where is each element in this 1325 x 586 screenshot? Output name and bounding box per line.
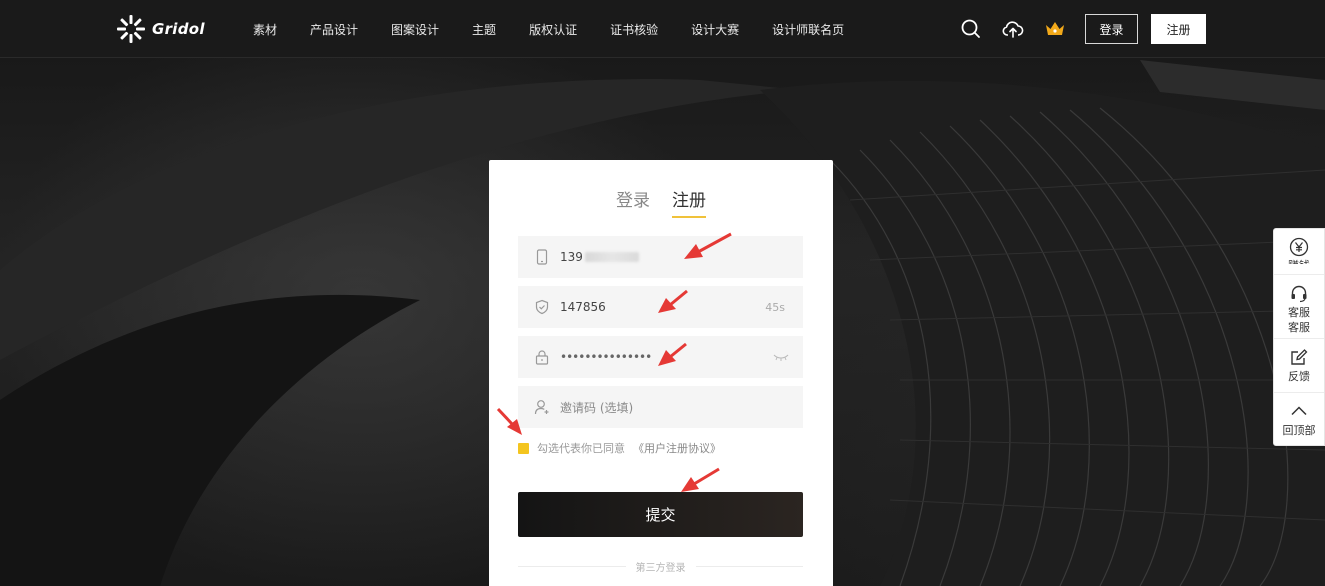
eye-closed-icon[interactable] — [773, 352, 789, 362]
user-agreement-link[interactable]: 《用户注册协议》 — [633, 440, 721, 456]
sidebar-item-label: 客服 — [1288, 306, 1310, 319]
sidebar-item-feedback[interactable]: 反馈 — [1274, 339, 1324, 393]
divider-line-left — [518, 565, 626, 567]
sidebar-item-back-to-top[interactable]: 回顶部 — [1274, 393, 1324, 445]
password-value: ••••••••••••••• — [560, 350, 652, 364]
verification-code-field[interactable]: 147856 45s — [518, 286, 803, 328]
header-login-button[interactable]: 登录 — [1085, 14, 1138, 44]
sidebar-item-earn[interactable]: 赚钱 — [1274, 229, 1324, 275]
submit-button[interactable]: 提交 — [518, 492, 803, 537]
nav-item-designer-collab[interactable]: 设计师联名页 — [772, 21, 844, 38]
register-card: 登录 注册 139 147856 45s ••••••••••••••• 邀请码… — [489, 160, 833, 586]
sidebar-item-label: 回顶部 — [1282, 424, 1316, 437]
chevron-up-icon — [1291, 406, 1307, 416]
logo-mark-icon — [117, 15, 145, 43]
tab-register[interactable]: 注册 — [672, 186, 706, 218]
nav-item-certificate[interactable]: 证书核验 — [610, 21, 658, 38]
side-toolbar: 赚钱 客服 客服 反馈 回顶部 — [1273, 228, 1325, 446]
nav-item-material[interactable]: 素材 — [253, 21, 277, 38]
top-navigation-bar: Gridol 素材 产品设计 图案设计 主题 版权认证 证书核验 设计大赛 设计… — [0, 0, 1325, 58]
edit-icon — [1291, 349, 1308, 365]
search-icon[interactable] — [959, 17, 983, 41]
nav-item-contest[interactable]: 设计大赛 — [691, 21, 739, 38]
phone-field[interactable]: 139 — [518, 236, 803, 278]
cloud-upload-icon[interactable] — [1001, 17, 1025, 41]
logo[interactable]: Gridol — [116, 14, 205, 44]
invite-code-field[interactable]: 邀请码 (选填) — [518, 386, 803, 428]
crown-icon[interactable] — [1043, 17, 1067, 41]
sidebar-item-sublabel: 客服 — [1288, 321, 1310, 334]
main-nav: 素材 产品设计 图案设计 主题 版权认证 证书核验 设计大赛 设计师联名页 — [253, 0, 877, 58]
password-field[interactable]: ••••••••••••••• — [518, 336, 803, 378]
agree-checkbox[interactable] — [518, 442, 529, 454]
shield-icon — [535, 299, 549, 315]
nav-item-copyright[interactable]: 版权认证 — [529, 21, 577, 38]
phone-icon — [536, 249, 548, 265]
third-party-login-label: 第三方登录 — [635, 562, 686, 574]
invite-code-placeholder: 邀请码 (选填) — [560, 400, 634, 415]
nav-item-theme[interactable]: 主题 — [472, 21, 496, 38]
sidebar-item-label: 反馈 — [1288, 370, 1310, 383]
header-register-button[interactable]: 注册 — [1151, 14, 1206, 44]
countdown-timer: 45s — [765, 300, 785, 314]
divider-line-right — [695, 565, 803, 567]
user-add-icon — [534, 400, 549, 415]
phone-masked-digits — [584, 252, 639, 262]
sidebar-item-service[interactable]: 客服 客服 — [1274, 275, 1324, 339]
verification-code-value: 147856 — [560, 300, 606, 314]
nav-item-product-design[interactable]: 产品设计 — [310, 21, 358, 38]
agreement-text: 勾选代表你已同意 — [537, 442, 625, 455]
auth-tabs: 登录 注册 — [489, 186, 833, 220]
nav-item-pattern-design[interactable]: 图案设计 — [391, 21, 439, 38]
third-party-login-divider: 第三方登录 — [518, 558, 803, 574]
agreement-row: 勾选代表你已同意 《用户注册协议》 — [518, 440, 721, 456]
phone-value: 139 — [560, 250, 583, 264]
sidebar-item-label: 赚钱 — [1288, 259, 1310, 264]
yen-icon — [1289, 237, 1309, 257]
logo-text: Gridol — [152, 20, 205, 38]
lock-icon — [535, 350, 549, 365]
headset-icon — [1291, 285, 1307, 303]
tab-login[interactable]: 登录 — [616, 186, 650, 218]
